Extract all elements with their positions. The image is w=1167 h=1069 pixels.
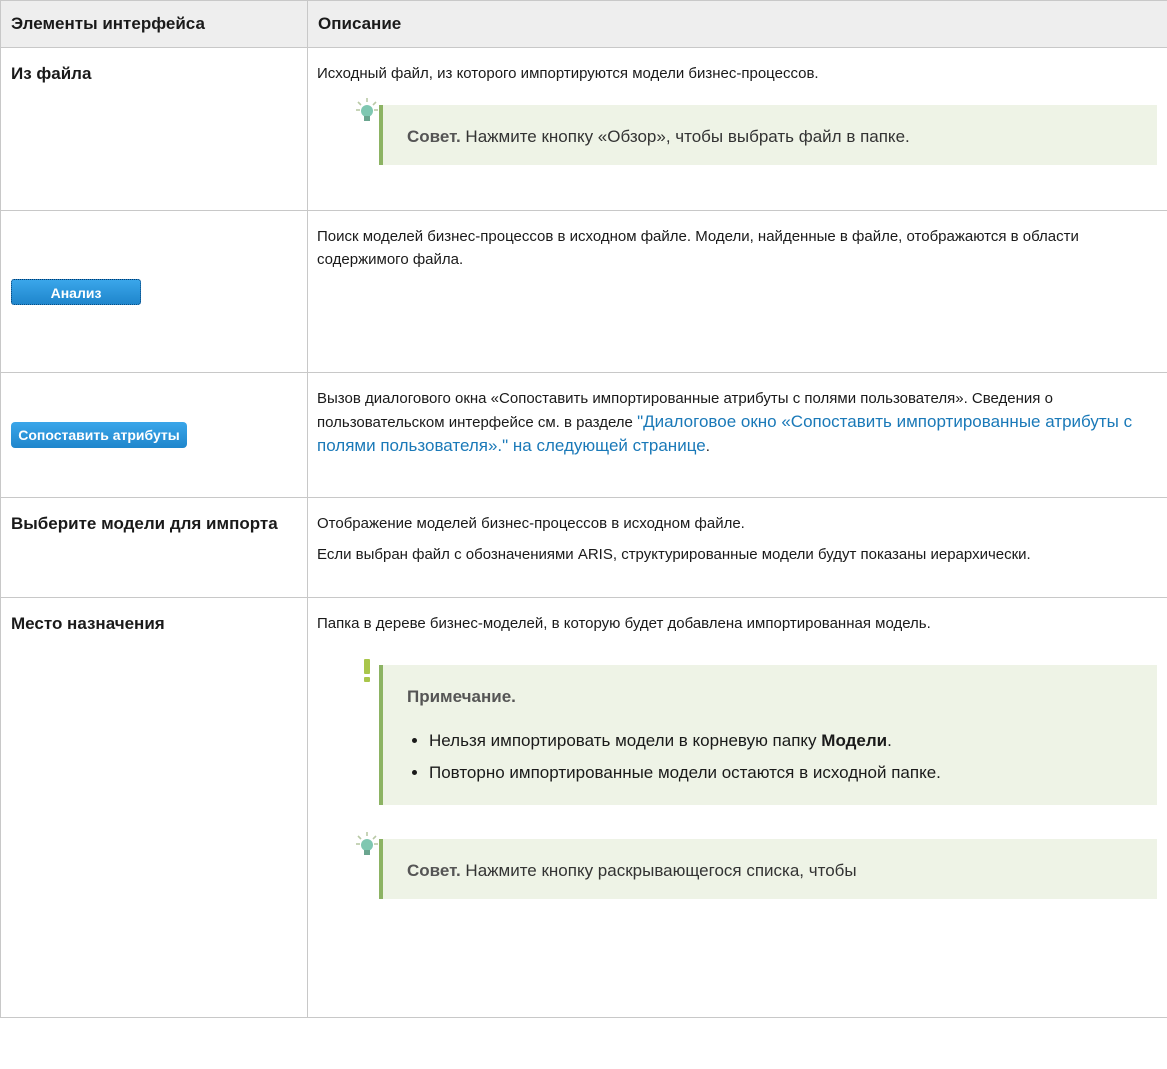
description-cell: Отображение моделей бизнес-процессов в и… [307,497,1167,598]
select-models-aris-note: Если выбран файл с обозначениями ARIS, с… [317,546,1031,563]
list-item: Нельзя импортировать модели в корневую п… [429,727,1137,755]
header-ui-elements: Элементы интерфейса [0,0,308,48]
select-models-description: Отображение моделей бизнес-процессов в и… [317,515,745,532]
exclamation-icon [364,659,370,682]
map-attributes-button: Сопоставить атрибуты [11,422,187,448]
map-attributes-period: . [705,438,710,455]
description-cell: Папка в дереве бизнес-моделей, в которую… [307,597,1167,1018]
ui-element-cell: Место назначения [0,597,308,1018]
analyze-button: Анализ [11,278,141,305]
table-row: Место назначения Папка в дереве бизнес-м… [0,597,1167,1018]
tip-text: Нажмите кнопку «Обзор», чтобы выбрать фа… [460,127,910,146]
bullet-text: Повторно импортированные модели остаются… [429,763,941,782]
description-cell: Исходный файл, из которого импортируются… [307,47,1167,211]
note-label: Примечание. [407,687,516,706]
models-folder-name: Модели [821,731,888,750]
map-attributes-description: Вызов диалогового окна «Сопоставить импо… [317,387,1157,458]
bullet-period: . [887,731,892,750]
table-row: Из файла Исходный файл, из которого импо… [0,47,1167,211]
tip-label: Совет. [407,861,461,880]
ui-element-cell: Выберите модели для импорта [0,497,308,598]
table-row: Сопоставить атрибуты Вызов диалогового о… [0,372,1167,498]
ui-element-cell: Анализ [0,210,308,373]
description-cell: Вызов диалогового окна «Сопоставить импо… [307,372,1167,498]
ui-elements-table: Элементы интерфейса Описание Из файла Ис… [0,0,1167,1018]
ui-element-cell: Сопоставить атрибуты [0,372,308,498]
note-box: Примечание. Нельзя импортировать модели … [364,659,1157,805]
table-row: Анализ Поиск моделей бизнес-процессов в … [0,210,1167,373]
tip-text: Нажмите кнопку раскрывающегося списка, ч… [460,861,857,880]
tip-box: Совет. Нажмите кнопку раскрывающегося сп… [356,832,1157,899]
row-label-destination: Место назначения [11,614,165,633]
bullet-text: Нельзя импортировать модели в корневую п… [429,731,822,750]
header-row: Элементы интерфейса Описание [0,0,1167,48]
lightbulb-icon [356,832,378,855]
from-file-description: Исходный файл, из которого импортируются… [317,65,819,82]
analyze-description: Поиск моделей бизнес-процессов в исходно… [317,228,1079,268]
header-description: Описание [307,0,1167,48]
description-cell: Поиск моделей бизнес-процессов в исходно… [307,210,1167,373]
ui-element-cell: Из файла [0,47,308,211]
note-list: Нельзя импортировать модели в корневую п… [407,727,1137,787]
list-item: Повторно импортированные модели остаются… [429,759,1137,787]
tip-label: Совет. [407,127,461,146]
table-row: Выберите модели для импорта Отображение … [0,497,1167,598]
tip-box: Совет. Нажмите кнопку «Обзор», чтобы выб… [356,98,1157,165]
lightbulb-icon [356,98,378,121]
row-label-from-file: Из файла [11,64,92,83]
row-label-select-models: Выберите модели для импорта [11,514,278,533]
destination-description: Папка в дереве бизнес-моделей, в которую… [317,615,931,632]
